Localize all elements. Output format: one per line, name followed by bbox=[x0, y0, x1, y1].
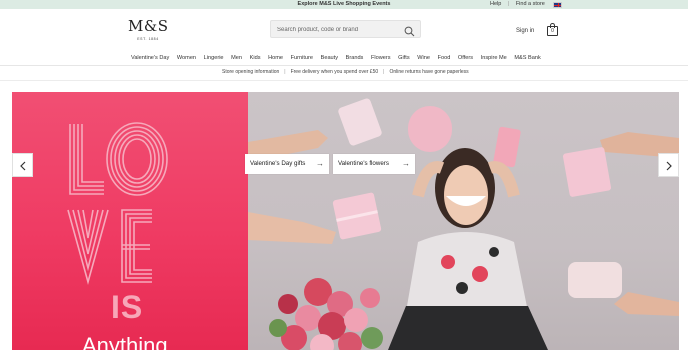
nav-item-lingerie[interactable]: Lingerie bbox=[204, 54, 224, 62]
hero-banner[interactable]: IS Anything bbox=[12, 92, 679, 350]
arrow-right-icon: → bbox=[316, 159, 324, 168]
logo[interactable]: M&S EST. 1884 bbox=[128, 18, 168, 41]
search-icon[interactable] bbox=[404, 24, 415, 37]
separator: | bbox=[383, 69, 385, 75]
sign-in-link[interactable]: Sign in bbox=[516, 28, 534, 34]
help-link[interactable]: Help bbox=[490, 1, 501, 7]
bag-count: 0 bbox=[547, 26, 558, 36]
search-box bbox=[270, 20, 421, 38]
nav-item-kids[interactable]: Kids bbox=[250, 54, 261, 62]
arrow-right-icon: → bbox=[402, 159, 410, 168]
nav-item-wine[interactable]: Wine bbox=[417, 54, 430, 62]
chevron-left-icon bbox=[20, 161, 26, 171]
find-store-link[interactable]: Find a store bbox=[516, 1, 545, 7]
uk-flag-icon[interactable] bbox=[553, 1, 562, 8]
info-store-opening[interactable]: Store opening information bbox=[222, 69, 279, 76]
hero-illustration bbox=[248, 98, 679, 350]
hero-photo bbox=[248, 92, 679, 350]
nav-item-offers[interactable]: Offers bbox=[458, 54, 473, 62]
carousel-next-button[interactable] bbox=[658, 153, 679, 177]
logo-est: EST. 1884 bbox=[137, 37, 159, 41]
info-returns[interactable]: Online returns have gone paperless bbox=[389, 69, 468, 76]
nav-item-women[interactable]: Women bbox=[177, 54, 196, 62]
nav-item-flowers[interactable]: Flowers bbox=[371, 54, 391, 62]
valentines-flowers-link[interactable]: Valentine's flowers → bbox=[333, 154, 415, 174]
logo-text: M&S bbox=[128, 17, 169, 35]
nav-item-gifts[interactable]: Gifts bbox=[398, 54, 410, 62]
nav-item-valentines[interactable]: Valentine's Day bbox=[131, 54, 169, 62]
nav-item-beauty[interactable]: Beauty bbox=[321, 54, 338, 62]
headline-anything: Anything bbox=[82, 333, 168, 350]
love-panel: IS Anything bbox=[12, 92, 248, 350]
valentines-flowers-label: Valentine's flowers bbox=[338, 160, 389, 167]
nav-item-food[interactable]: Food bbox=[438, 54, 451, 62]
nav-item-furniture[interactable]: Furniture bbox=[291, 54, 313, 62]
bag-icon[interactable]: 0 bbox=[547, 23, 558, 36]
chevron-right-icon bbox=[666, 161, 672, 171]
nav-item-men[interactable]: Men bbox=[231, 54, 242, 62]
info-free-delivery[interactable]: Free delivery when you spend over £50 bbox=[291, 69, 379, 76]
nav-item-ms-bank[interactable]: M&S Bank bbox=[514, 54, 540, 62]
info-bar: Store opening information | Free deliver… bbox=[0, 66, 688, 80]
separator: | bbox=[507, 1, 510, 7]
separator: | bbox=[284, 69, 286, 75]
valentines-gifts-label: Valentine's Day gifts bbox=[250, 160, 306, 167]
utility-links: Help | Find a store bbox=[490, 0, 545, 9]
valentines-gifts-link[interactable]: Valentine's Day gifts → bbox=[245, 154, 329, 174]
main-nav: Valentine's Day Women Lingerie Men Kids … bbox=[131, 54, 548, 62]
headline-is: IS bbox=[111, 289, 144, 325]
nav-item-inspire-me[interactable]: Inspire Me bbox=[481, 54, 507, 62]
top-promo-bar: Explore M&S Live Shopping Events bbox=[0, 0, 688, 9]
search-input[interactable] bbox=[277, 23, 401, 36]
carousel-prev-button[interactable] bbox=[12, 153, 33, 177]
nav-item-home[interactable]: Home bbox=[268, 54, 283, 62]
divider bbox=[0, 80, 688, 81]
promo-link[interactable]: Explore M&S Live Shopping Events bbox=[0, 0, 688, 9]
nav-item-brands[interactable]: Brands bbox=[346, 54, 364, 62]
